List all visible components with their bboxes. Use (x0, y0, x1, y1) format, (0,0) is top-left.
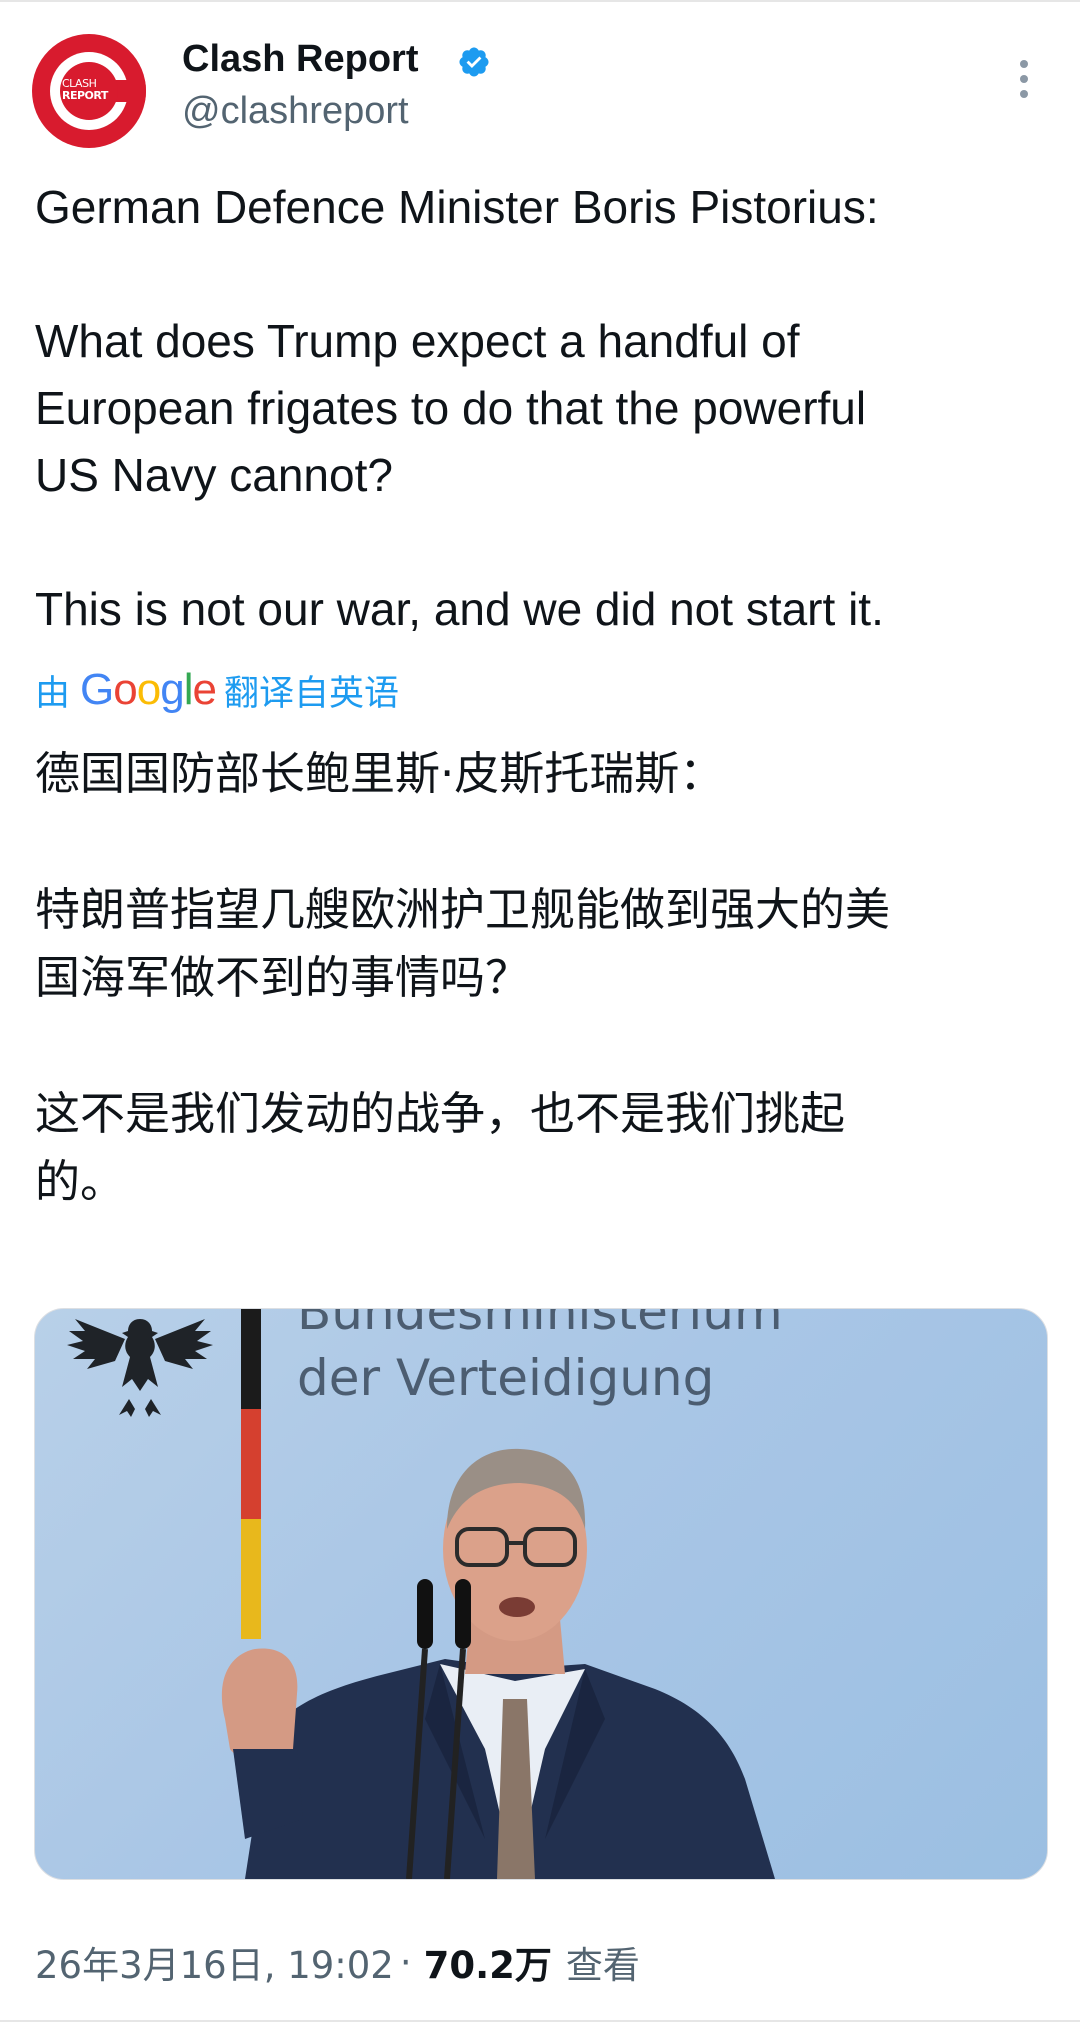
more-options-icon[interactable] (1010, 60, 1038, 102)
view-count-label[interactable]: 查看 (566, 1935, 640, 1989)
verified-badge-icon[interactable] (457, 45, 491, 79)
tweet-text-line: European frigates to do that the powerfu… (35, 382, 867, 434)
avatar[interactable]: CLASH REPORT (32, 34, 146, 148)
author-display-name[interactable]: Clash Report (182, 38, 418, 81)
translated-text-line: 的。 (35, 1155, 126, 1208)
tweet-text-line: German Defence Minister Boris Pistorius: (35, 181, 879, 233)
tweet-text-line: This is not our war, and we did not star… (35, 583, 884, 635)
backdrop-sign-text: Bundesministerium der Verteidigung (297, 1308, 783, 1407)
top-divider (0, 0, 1080, 2)
translated-text-line: 国海军做不到的事情吗？ (35, 951, 531, 1004)
view-count[interactable]: 70.2万 (424, 1935, 552, 1989)
translated-text-line: 德国国防部长鲍里斯·皮斯托瑞斯： (35, 747, 725, 800)
bottom-divider (0, 2020, 1080, 2022)
tweet-meta: 26年3月16日, 19:02 · 70.2万 查看 (35, 1934, 640, 1990)
federal-eagle-emblem (67, 1319, 213, 1417)
translation-attribution[interactable]: 由 Google 翻译自英语 (35, 662, 399, 718)
tweet-media-image[interactable]: Bundesministerium der Verteidigung (34, 1308, 1048, 1880)
speaker-photo (221, 1448, 775, 1879)
translated-text-line: 特朗普指望几艘欧洲护卫舰能做到强大的美 (35, 883, 891, 936)
avatar-logo-text: CLASH REPORT (62, 77, 108, 102)
tweet-detail-page: CLASH REPORT Clash Report @clashreport G… (0, 0, 1080, 2027)
tweet-text: German Defence Minister Boris Pistorius:… (35, 174, 1045, 643)
tweet-text-line: US Navy cannot? (35, 449, 393, 501)
tweet-text-line: What does Trump expect a handful of (35, 315, 800, 367)
google-logo: Google (80, 665, 217, 714)
author-handle[interactable]: @clashreport (182, 90, 409, 133)
translated-text: 德国国防部长鲍里斯·皮斯托瑞斯： 特朗普指望几艘欧洲护卫舰能做到强大的美 国海军… (35, 740, 1045, 1216)
tweet-timestamp[interactable]: 26年3月16日, 19:02 (35, 1935, 394, 1989)
flag-stripe-black (241, 1309, 261, 1409)
translated-text-line: 这不是我们发动的战争，也不是我们挑起 (35, 1087, 846, 1140)
